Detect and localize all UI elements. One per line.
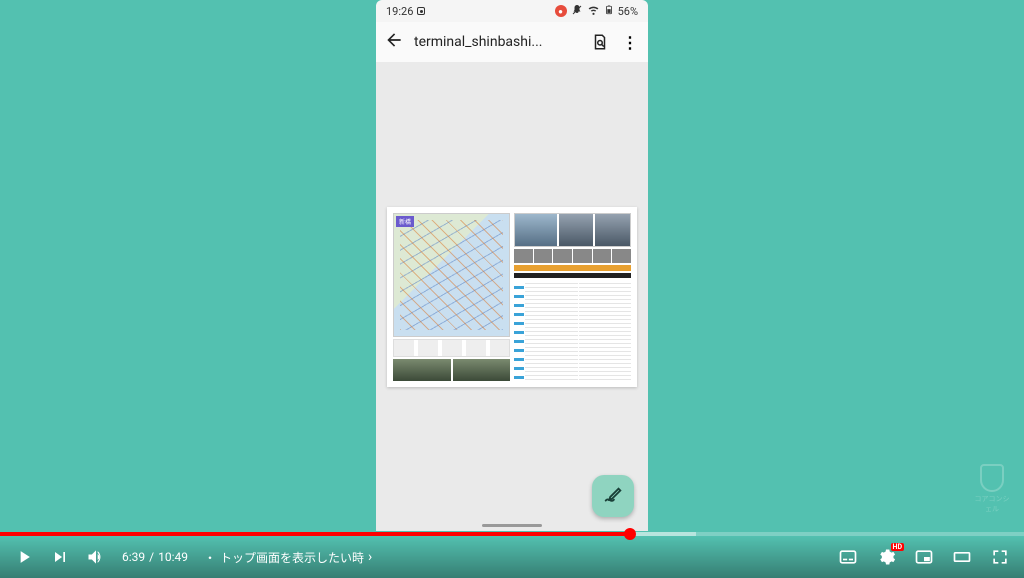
current-time: 6:39	[122, 550, 145, 564]
chapter-bullet: ・	[204, 549, 216, 566]
chapter-title: トップ画面を表示したい時	[220, 549, 364, 566]
map-area-label: 新橋	[396, 216, 414, 227]
duration: 10:49	[158, 550, 188, 564]
location-photos	[514, 213, 631, 247]
map-legend	[393, 339, 510, 357]
fullscreen-button[interactable]	[990, 547, 1010, 567]
phone-frame: 19:26 ● 56% terminal_shinba	[376, 0, 648, 531]
hd-badge: HD	[891, 543, 905, 551]
next-button[interactable]	[50, 547, 70, 567]
home-indicator	[482, 524, 542, 527]
time-display: 6:39 / 10:49	[122, 550, 188, 564]
back-icon[interactable]	[384, 30, 404, 55]
subtitles-button[interactable]	[838, 547, 858, 567]
status-time: 19:26	[386, 5, 413, 18]
volume-button[interactable]	[86, 547, 106, 567]
battery-percent: 56%	[618, 5, 638, 18]
status-bar: 19:26 ● 56%	[376, 0, 648, 22]
edit-fab[interactable]	[592, 475, 634, 517]
document-viewport[interactable]: 新橋	[376, 62, 648, 531]
thumbnail-row	[514, 249, 631, 263]
pdf-page: 新橋	[387, 207, 637, 387]
player-controls: 6:39 / 10:49 ・ トップ画面を表示したい時 › HD	[0, 536, 1024, 578]
play-button[interactable]	[14, 547, 34, 567]
app-bar: terminal_shinbashi... ⋮	[376, 22, 648, 62]
screen-record-icon	[417, 7, 425, 15]
table-header-bar	[514, 273, 631, 278]
recording-indicator-icon: ●	[555, 5, 567, 17]
chevron-right-icon: ›	[368, 549, 372, 565]
map-thumbnail: 新橋	[393, 213, 510, 337]
more-menu-icon[interactable]: ⋮	[620, 32, 640, 52]
theater-button[interactable]	[952, 547, 972, 567]
channel-watermark[interactable]: コアコンシェル	[972, 464, 1012, 514]
timetable	[514, 280, 631, 381]
battery-icon	[604, 3, 614, 20]
chapter-button[interactable]: ・ トップ画面を表示したい時 ›	[204, 549, 372, 566]
document-title: terminal_shinbashi...	[414, 34, 580, 50]
section-header-bar	[514, 265, 631, 271]
shield-icon	[980, 464, 1004, 492]
mute-icon	[571, 4, 583, 19]
watermark-text: コアコンシェル	[972, 494, 1012, 514]
wifi-icon	[587, 3, 600, 19]
miniplayer-button[interactable]	[914, 547, 934, 567]
settings-button[interactable]: HD	[876, 547, 896, 567]
find-in-page-icon[interactable]	[590, 32, 610, 52]
photo-strip	[393, 359, 510, 381]
